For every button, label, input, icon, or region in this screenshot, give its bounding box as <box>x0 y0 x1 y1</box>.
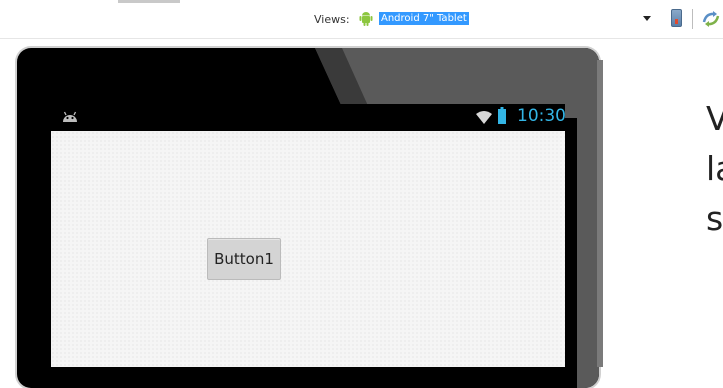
slide-text-line-1: V <box>706 99 723 138</box>
views-dropdown[interactable]: Android 7" Tablet <box>355 9 667 28</box>
chevron-down-icon[interactable] <box>643 16 651 21</box>
wifi-icon <box>476 111 492 124</box>
views-selected-value: Android 7" Tablet <box>379 12 469 25</box>
designer-toolbar: Views: Android 7" Tablet <box>0 0 723 39</box>
button1[interactable]: Button1 <box>207 238 281 280</box>
status-time: 10:30 <box>517 106 566 126</box>
refresh-icon[interactable] <box>700 8 722 30</box>
slide-text-line-2: la <box>706 149 723 188</box>
layout-designer-canvas[interactable] <box>51 131 565 367</box>
battery-icon <box>498 107 506 124</box>
device-icon[interactable] <box>671 9 682 27</box>
slide-text-line-3: s <box>706 199 723 238</box>
tab-indicator <box>118 0 180 3</box>
android-icon <box>63 111 77 122</box>
views-label: Views: <box>314 13 350 26</box>
tablet-edge <box>597 60 603 367</box>
toolbar-divider <box>692 9 693 29</box>
android-icon <box>359 12 373 26</box>
